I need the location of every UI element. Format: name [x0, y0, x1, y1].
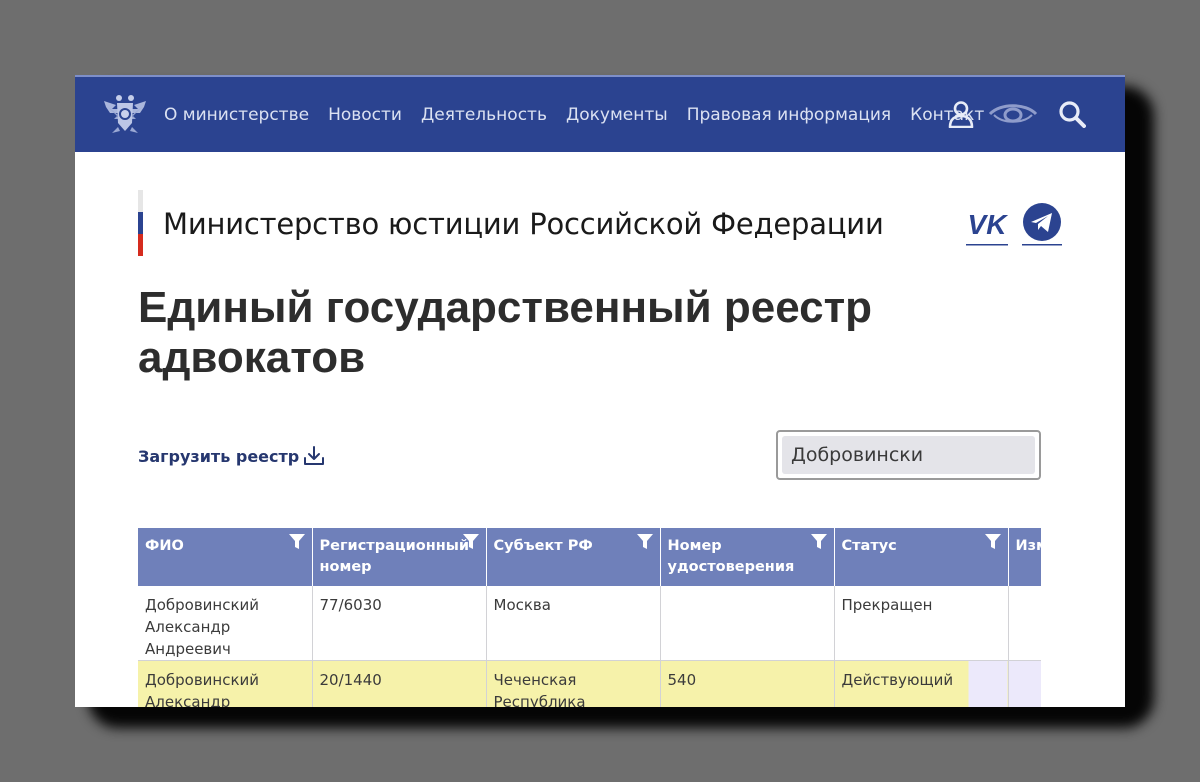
registry-table: ФИО Регистрационный номер Субъект РФ Ном… [138, 528, 1041, 707]
table-header-row: ФИО Регистрационный номер Субъект РФ Ном… [138, 528, 1041, 586]
page-title: Единый государственный реестр адвокатов [138, 283, 873, 382]
telegram-icon[interactable] [1021, 202, 1063, 247]
column-header-label: Номер удостоверения [667, 538, 795, 575]
menu-item-documents[interactable]: Документы [566, 105, 668, 125]
eye-icon[interactable] [988, 102, 1038, 126]
download-registry-link[interactable]: Загрузить реестр [138, 445, 325, 467]
ministry-name: Министерство юстиции Российской Федераци… [163, 207, 884, 241]
browser-page: О министерстве Новости Деятельность Доку… [75, 75, 1125, 707]
cell-region: Москва [486, 586, 661, 661]
filter-icon[interactable] [636, 534, 653, 550]
cell-cert-number [660, 586, 835, 661]
main-menu: О министерстве Новости Деятельность Доку… [164, 105, 984, 125]
top-navigation: О министерстве Новости Деятельность Доку… [75, 75, 1125, 152]
column-header-status[interactable]: Статус [834, 528, 1009, 586]
vk-icon[interactable]: VK [964, 207, 1010, 247]
download-label: Загрузить реестр [138, 446, 300, 466]
filter-icon[interactable] [810, 534, 827, 550]
cell-region: Чеченская Республика [486, 660, 661, 707]
filter-icon[interactable] [462, 534, 479, 550]
column-header-region[interactable]: Субъект РФ [486, 528, 661, 586]
column-header-reg-number[interactable]: Регистрационный номер [312, 528, 487, 586]
download-icon [304, 446, 325, 465]
column-header-label: Изм [1015, 538, 1041, 554]
menu-item-activity[interactable]: Деятельность [421, 105, 547, 125]
cell-name: Добровинский Александр Андреевич [138, 660, 313, 707]
cell-reg-number: 77/6030 [312, 586, 487, 661]
filter-icon[interactable] [984, 534, 1001, 550]
emblem-icon[interactable] [102, 93, 148, 135]
search-icon[interactable] [1058, 100, 1086, 128]
menu-item-legal-info[interactable]: Правовая информация [687, 105, 891, 125]
cell-reg-number: 20/1440 [312, 660, 487, 707]
cell-changes [1008, 660, 1041, 707]
column-header-name[interactable]: ФИО [138, 528, 313, 586]
svg-text:VK: VK [968, 209, 1009, 240]
flag-stripe [138, 190, 143, 256]
column-header-label: Субъект РФ [493, 538, 593, 554]
column-header-label: ФИО [145, 538, 184, 554]
filter-icon[interactable] [288, 534, 305, 550]
table-row[interactable]: Добровинский Александр Андреевич 20/1440… [138, 660, 1041, 707]
menu-item-news[interactable]: Новости [328, 105, 402, 125]
cell-name: Добровинский Александр Андреевич [138, 586, 313, 661]
column-header-changes[interactable]: Изм [1008, 528, 1041, 586]
cell-cert-number: 540 [660, 660, 835, 707]
search-field [776, 430, 1041, 480]
search-input[interactable] [782, 436, 1035, 474]
column-header-cert-number[interactable]: Номер удостоверения [660, 528, 835, 586]
cell-status: Действующий [834, 660, 1009, 707]
column-header-label: Регистрационный номер [319, 538, 470, 575]
column-header-label: Статус [841, 538, 897, 554]
user-icon[interactable] [948, 100, 974, 128]
cell-changes [1008, 586, 1041, 661]
table-row[interactable]: Добровинский Александр Андреевич 77/6030… [138, 586, 1041, 661]
cell-status: Прекращен [834, 586, 1009, 661]
menu-item-ministry[interactable]: О министерстве [164, 105, 309, 125]
